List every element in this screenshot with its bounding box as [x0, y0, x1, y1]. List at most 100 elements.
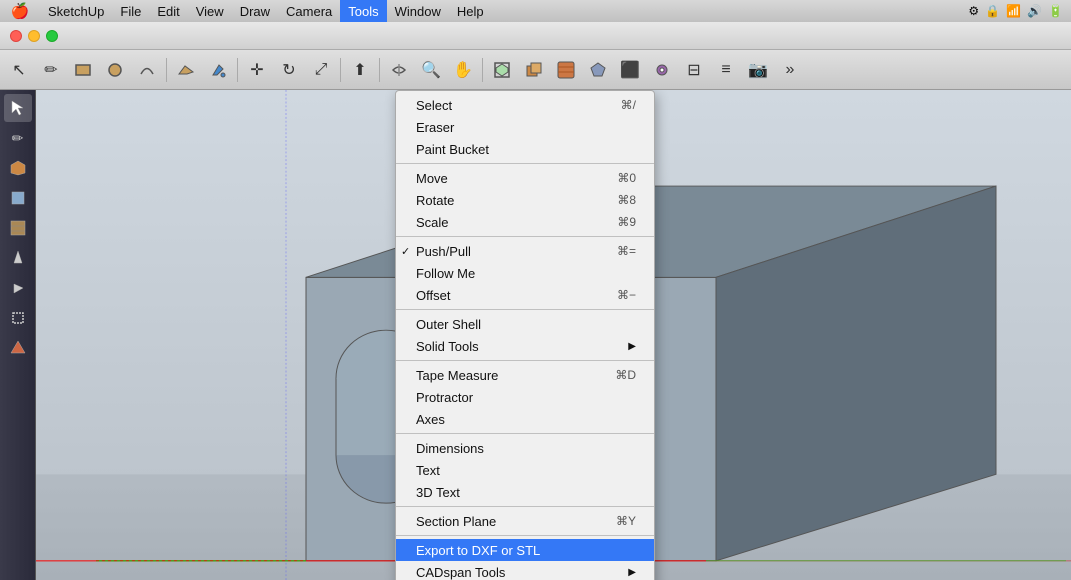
rectangle-tool-btn[interactable] [68, 55, 98, 85]
maximize-button[interactable] [46, 30, 58, 42]
left-sidebar: ✏ [0, 90, 36, 580]
sidebar-pencil[interactable]: ✏ [4, 124, 32, 152]
menubar-camera[interactable]: Camera [278, 0, 340, 22]
style-btn[interactable] [583, 55, 613, 85]
menu-cadspan[interactable]: CADspan Tools ▶ [396, 561, 654, 580]
menu-export-dxf-label: Export to DXF or STL [416, 543, 540, 558]
sidebar-rotate[interactable] [4, 274, 32, 302]
scenes-btn[interactable]: 📷 [743, 55, 773, 85]
menu-rotate[interactable]: Rotate ⌘8 [396, 189, 654, 211]
section-btn[interactable]: ⊟ [679, 55, 709, 85]
circle-tool-btn[interactable] [100, 55, 130, 85]
more-btn[interactable]: » [775, 55, 805, 85]
menu-scale-label: Scale [416, 215, 449, 230]
menu-section-plane-label: Section Plane [416, 514, 496, 529]
toolbar-sep-4 [379, 58, 380, 82]
menu-axes-label: Axes [416, 412, 445, 427]
menu-tape-shortcut: ⌘D [615, 368, 636, 382]
sidebar-scale[interactable] [4, 304, 32, 332]
app-window: ↖ ✏ ✛ ↻ ⤢ ⬆ [0, 22, 1071, 580]
menu-sep-1 [396, 163, 654, 164]
menu-select[interactable]: Select ⌘/ [396, 94, 654, 116]
scale-tool-btn[interactable]: ⤢ [306, 55, 336, 85]
menubar-tools[interactable]: Tools [340, 0, 386, 22]
menu-section-plane-shortcut: ⌘Y [616, 514, 636, 528]
solid-tools-arrow: ▶ [628, 341, 636, 352]
menu-select-label: Select [416, 98, 452, 113]
pan-btn[interactable]: ✋ [448, 55, 478, 85]
sidebar-component[interactable] [4, 184, 32, 212]
menu-3d-text[interactable]: 3D Text [396, 481, 654, 503]
menu-scale[interactable]: Scale ⌘9 [396, 211, 654, 233]
menu-push-pull[interactable]: ✓ Push/Pull ⌘= [396, 240, 654, 262]
sidebar-texture[interactable] [4, 214, 32, 242]
sidebar-extra[interactable] [4, 334, 32, 362]
close-button[interactable] [10, 30, 22, 42]
material-btn[interactable] [551, 55, 581, 85]
cadspan-arrow: ▶ [628, 567, 636, 578]
move-tool-btn[interactable]: ✛ [242, 55, 272, 85]
menubar-window[interactable]: Window [387, 0, 449, 22]
menu-3d-text-label: 3D Text [416, 485, 460, 500]
minimize-button[interactable] [28, 30, 40, 42]
title-bar [0, 22, 1071, 50]
push-pull-btn[interactable]: ⬆ [345, 55, 375, 85]
menubar-help[interactable]: Help [449, 0, 492, 22]
group-btn[interactable] [519, 55, 549, 85]
menu-offset-shortcut: ⌘− [617, 288, 636, 302]
menu-text[interactable]: Text [396, 459, 654, 481]
menubar-view[interactable]: View [188, 0, 232, 22]
menu-tape-measure[interactable]: Tape Measure ⌘D [396, 364, 654, 386]
menubar-sketchup[interactable]: SketchUp [40, 0, 112, 22]
select-tool-btn[interactable]: ↖ [4, 55, 34, 85]
traffic-lights [0, 30, 68, 42]
paint-bucket-btn[interactable] [203, 55, 233, 85]
eraser-tool-btn[interactable] [171, 55, 201, 85]
menu-offset-label: Offset [416, 288, 450, 303]
apple-menu[interactable]: 🍎 [0, 2, 40, 20]
menu-rotate-shortcut: ⌘8 [617, 193, 636, 207]
rotate-tool-btn[interactable]: ↻ [274, 55, 304, 85]
fog-btn[interactable] [647, 55, 677, 85]
menu-offset[interactable]: Offset ⌘− [396, 284, 654, 306]
menu-export-dxf[interactable]: Export to DXF or STL [396, 539, 654, 561]
menu-dimensions[interactable]: Dimensions [396, 437, 654, 459]
layers-btn[interactable]: ≡ [711, 55, 741, 85]
menu-follow-me-label: Follow Me [416, 266, 475, 281]
shadow-btn[interactable]: ⬛ [615, 55, 645, 85]
menu-scale-shortcut: ⌘9 [617, 215, 636, 229]
zoom-btn[interactable]: 🔍 [416, 55, 446, 85]
menu-protractor[interactable]: Protractor [396, 386, 654, 408]
menu-select-shortcut: ⌘/ [621, 98, 636, 112]
sidebar-surface[interactable] [4, 154, 32, 182]
toolbar: ↖ ✏ ✛ ↻ ⤢ ⬆ [0, 50, 1071, 90]
menu-follow-me[interactable]: Follow Me [396, 262, 654, 284]
menu-paint-bucket[interactable]: Paint Bucket [396, 138, 654, 160]
menu-section-plane[interactable]: Section Plane ⌘Y [396, 510, 654, 532]
menu-eraser-label: Eraser [416, 120, 454, 135]
menubar: 🍎 SketchUp File Edit View Draw Camera To… [0, 0, 1071, 22]
sidebar-pushpull[interactable] [4, 244, 32, 272]
menu-cadspan-label: CADspan Tools [416, 565, 505, 580]
component-btn[interactable] [487, 55, 517, 85]
menu-text-label: Text [416, 463, 440, 478]
menu-sep-2 [396, 236, 654, 237]
menu-axes[interactable]: Axes [396, 408, 654, 430]
menu-eraser[interactable]: Eraser [396, 116, 654, 138]
menubar-edit[interactable]: Edit [149, 0, 187, 22]
sidebar-select[interactable] [4, 94, 32, 122]
menu-solid-tools-label: Solid Tools [416, 339, 479, 354]
menu-rotate-label: Rotate [416, 193, 454, 208]
menubar-file[interactable]: File [112, 0, 149, 22]
menu-move-shortcut: ⌘0 [617, 171, 636, 185]
pencil-tool-btn[interactable]: ✏ [36, 55, 66, 85]
menu-push-pull-shortcut: ⌘= [617, 244, 636, 258]
menu-solid-tools[interactable]: Solid Tools ▶ [396, 335, 654, 357]
menu-outer-shell[interactable]: Outer Shell [396, 313, 654, 335]
menubar-draw[interactable]: Draw [232, 0, 278, 22]
menu-sep-4 [396, 360, 654, 361]
orbit-btn[interactable] [384, 55, 414, 85]
arc-tool-btn[interactable] [132, 55, 162, 85]
menu-tape-label: Tape Measure [416, 368, 498, 383]
menu-move[interactable]: Move ⌘0 [396, 167, 654, 189]
